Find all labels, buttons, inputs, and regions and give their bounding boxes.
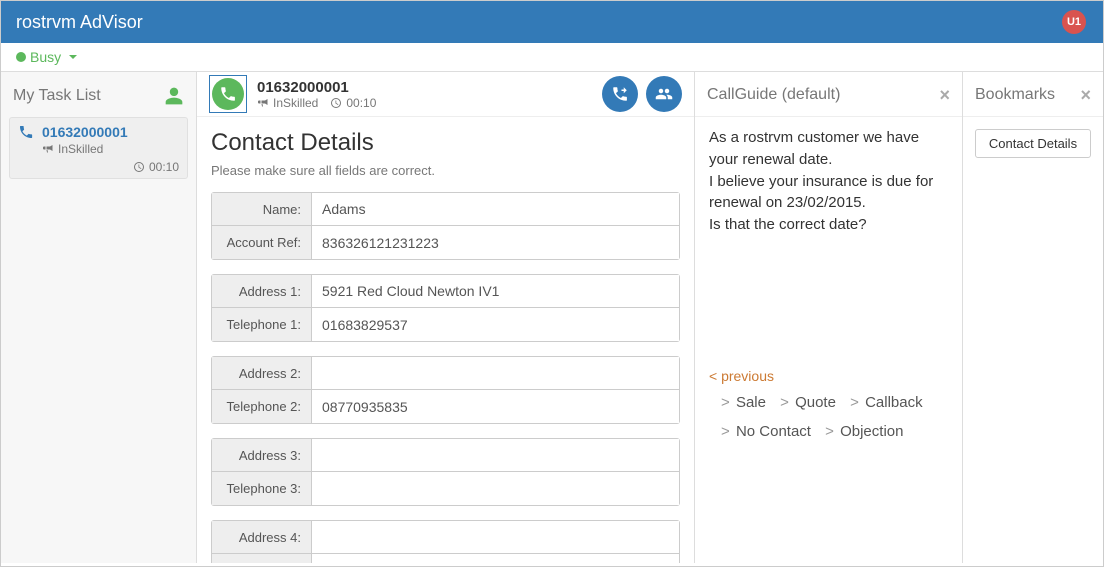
- input-telephone-4[interactable]: [312, 554, 679, 563]
- callguide-script: As a rostrvm customer we have your renew…: [709, 127, 948, 236]
- group-addr3: Address 3: Telephone 3:: [211, 438, 680, 506]
- input-name[interactable]: [312, 193, 679, 225]
- group-addr4: Address 4: Telephone 4:: [211, 520, 680, 563]
- group-addr1: Address 1: Telephone 1:: [211, 274, 680, 342]
- app-header: rostrvm AdVisor U1: [1, 1, 1103, 43]
- user-badge[interactable]: U1: [1062, 10, 1086, 34]
- input-address-1[interactable]: [312, 275, 679, 307]
- chevron-down-icon: [69, 55, 77, 59]
- user-icon: [164, 86, 184, 106]
- page-subtitle: Please make sure all fields are correct.: [211, 163, 680, 178]
- option-quote[interactable]: > Quote: [780, 392, 836, 414]
- callguide-header: CallGuide (default) ×: [695, 72, 962, 117]
- call-banner: 01632000001 InSkilled 00:10: [209, 75, 376, 113]
- input-account-ref[interactable]: [312, 226, 679, 259]
- status-dropdown[interactable]: Busy: [1, 43, 1103, 72]
- phone-forward-icon: [611, 85, 629, 103]
- active-call-chip[interactable]: [209, 75, 247, 113]
- input-telephone-3[interactable]: [312, 472, 679, 505]
- previous-link[interactable]: < previous: [709, 368, 774, 384]
- bookmarks-header: Bookmarks ×: [963, 72, 1103, 117]
- conference-button[interactable]: [646, 76, 682, 112]
- call-skill: InSkilled: [273, 96, 318, 110]
- label-account-ref: Account Ref:: [212, 226, 312, 259]
- app-title: rostrvm AdVisor: [16, 12, 143, 33]
- task-skill: InSkilled: [58, 142, 103, 156]
- input-telephone-2[interactable]: [312, 390, 679, 423]
- clock-icon: [133, 161, 145, 173]
- label-telephone-1: Telephone 1:: [212, 308, 312, 341]
- option-objection[interactable]: > Objection: [825, 421, 903, 443]
- option-sale[interactable]: > Sale: [721, 392, 766, 414]
- detail-header: 01632000001 InSkilled 00:10: [197, 72, 694, 117]
- phone-icon: [18, 124, 34, 140]
- task-number: 01632000001: [42, 124, 128, 140]
- label-address-1: Address 1:: [212, 275, 312, 307]
- input-telephone-1[interactable]: [312, 308, 679, 341]
- input-address-3[interactable]: [312, 439, 679, 471]
- label-telephone-3: Telephone 3:: [212, 472, 312, 505]
- callguide-title: CallGuide (default): [707, 86, 840, 104]
- group-addr2: Address 2: Telephone 2:: [211, 356, 680, 424]
- task-list-panel: My Task List 01632000001 InSkilled 00:10: [1, 72, 197, 563]
- label-telephone-4: Telephone 4:: [212, 554, 312, 563]
- input-address-4[interactable]: [312, 521, 679, 553]
- bookmark-contact-details[interactable]: Contact Details: [975, 129, 1091, 158]
- transfer-call-button[interactable]: [602, 76, 638, 112]
- option-callback[interactable]: > Callback: [850, 392, 922, 414]
- task-list-title: My Task List: [13, 87, 101, 105]
- call-time: 00:10: [346, 96, 376, 110]
- close-icon[interactable]: ×: [1080, 86, 1091, 104]
- input-address-2[interactable]: [312, 357, 679, 389]
- bookmarks-panel: Bookmarks × Contact Details: [963, 72, 1103, 563]
- close-icon[interactable]: ×: [939, 86, 950, 104]
- label-address-2: Address 2:: [212, 357, 312, 389]
- group-name-ref: Name: Account Ref:: [211, 192, 680, 260]
- bullhorn-icon: [257, 97, 269, 109]
- bullhorn-icon: [42, 143, 54, 155]
- label-address-3: Address 3:: [212, 439, 312, 471]
- main-layout: My Task List 01632000001 InSkilled 00:10: [1, 72, 1103, 563]
- detail-panel: 01632000001 InSkilled 00:10 Contact Deta…: [197, 72, 695, 563]
- phone-active-icon: [219, 85, 237, 103]
- label-name: Name:: [212, 193, 312, 225]
- option-no-contact[interactable]: > No Contact: [721, 421, 811, 443]
- task-list-header: My Task List: [1, 72, 196, 117]
- task-time: 00:10: [149, 160, 179, 174]
- bookmarks-title: Bookmarks: [975, 86, 1055, 104]
- label-telephone-2: Telephone 2:: [212, 390, 312, 423]
- status-dot-icon: [16, 52, 26, 62]
- call-number: 01632000001: [257, 79, 376, 96]
- clock-icon: [330, 97, 342, 109]
- users-icon: [655, 85, 673, 103]
- label-address-4: Address 4:: [212, 521, 312, 553]
- page-title: Contact Details: [211, 129, 680, 157]
- callguide-panel: CallGuide (default) × As a rostrvm custo…: [695, 72, 963, 563]
- detail-body: Contact Details Please make sure all fie…: [197, 117, 694, 563]
- status-label: Busy: [30, 49, 61, 65]
- task-card[interactable]: 01632000001 InSkilled 00:10: [9, 117, 188, 179]
